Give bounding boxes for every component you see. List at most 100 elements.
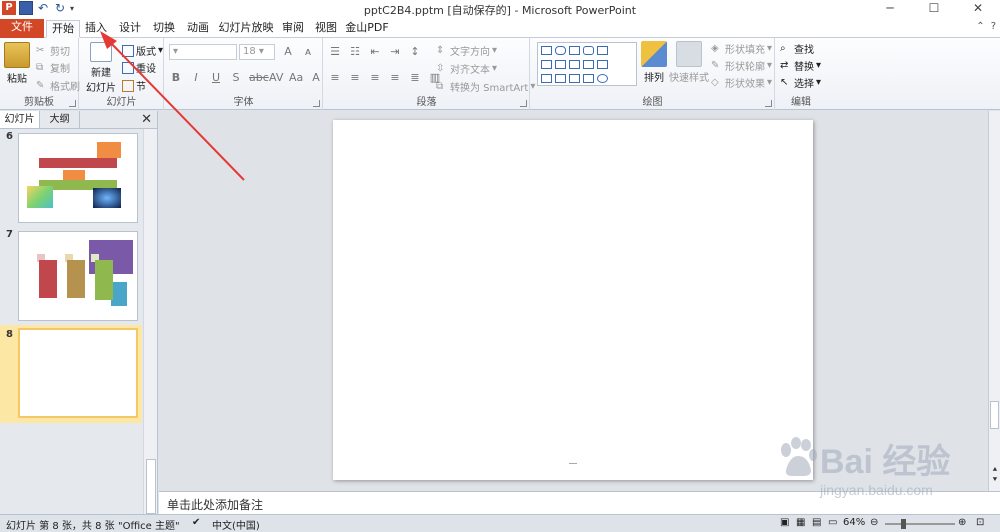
align-right-icon[interactable]: ≡ [368, 71, 382, 84]
shrink-font-icon[interactable]: ᴀ [301, 45, 315, 58]
find-button[interactable]: ⌕ 查找 [780, 41, 814, 57]
layout-button[interactable]: 版式 ▾ [122, 43, 163, 58]
bullets-icon[interactable]: ☰ [328, 45, 342, 58]
char-spacing-icon[interactable]: AV [269, 71, 283, 84]
zoom-slider-knob[interactable] [901, 519, 906, 529]
previous-slide-icon[interactable]: ⯅ [990, 465, 1000, 475]
tab-slides-thumbnails[interactable]: 幻灯片 [0, 111, 40, 128]
zoom-in-icon[interactable]: ⊕ [958, 517, 966, 528]
tab-insert[interactable]: 插入 [82, 20, 110, 38]
help-icon[interactable]: ? [991, 21, 996, 32]
line-spacing-icon[interactable]: ↕ [408, 45, 422, 58]
drawing-launcher-icon[interactable] [765, 100, 772, 107]
thumbnail-slide-8[interactable]: 8 [0, 325, 142, 423]
clipboard-launcher-icon[interactable] [69, 100, 76, 107]
spell-check-icon[interactable]: ✔ [192, 517, 200, 528]
panel-close-icon[interactable]: ✕ [141, 112, 152, 127]
tab-slideshow[interactable]: 幻灯片放映 [218, 20, 274, 38]
font-color-icon[interactable]: A [309, 71, 323, 84]
thumbnail-slide-7[interactable]: 7 [0, 229, 142, 325]
shape-triangle-icon[interactable] [597, 46, 608, 55]
zoom-out-icon[interactable]: ⊖ [870, 517, 878, 528]
align-text-button[interactable]: ⇳ 对齐文本 ▾ [436, 61, 497, 77]
numbering-icon[interactable]: ☷ [348, 45, 362, 58]
normal-view-icon[interactable]: ▣ [780, 517, 789, 528]
justify-icon[interactable]: ≡ [388, 71, 402, 84]
align-center-icon[interactable]: ≡ [348, 71, 362, 84]
reset-button[interactable]: 重设 [122, 60, 156, 75]
select-button[interactable]: ↖ 选择 ▾ [780, 75, 821, 91]
shapes-gallery[interactable] [537, 42, 637, 86]
decrease-indent-icon[interactable]: ⇤ [368, 45, 382, 58]
shape-right-arrow-icon[interactable] [555, 74, 566, 83]
minimize-ribbon-icon[interactable]: ⌃ [976, 21, 984, 32]
language-status[interactable]: 中文(中国) [212, 517, 260, 532]
slideshow-icon[interactable]: ▭ [828, 517, 837, 528]
bold-icon[interactable]: B [169, 71, 183, 84]
grow-font-icon[interactable]: A [281, 45, 295, 58]
reading-view-icon[interactable]: ▤ [812, 517, 821, 528]
new-slide-button[interactable]: 新建 幻灯片 [82, 42, 120, 94]
align-left-icon[interactable]: ≡ [328, 71, 342, 84]
tab-transitions[interactable]: 切换 [150, 20, 178, 38]
tab-file[interactable]: 文件 [0, 19, 44, 38]
text-direction-button[interactable]: ⇕ 文字方向 ▾ [436, 43, 497, 59]
shape-connector-icon[interactable] [541, 74, 552, 83]
thumbnail-slide-6[interactable]: 6 [0, 131, 142, 227]
minimize-button[interactable]: ─ [868, 0, 912, 18]
shape-line-icon[interactable] [541, 60, 552, 69]
distribute-icon[interactable]: ≣ [408, 71, 422, 84]
copy-button[interactable]: ⧉ 复制 [36, 60, 70, 76]
tab-design[interactable]: 设计 [116, 20, 144, 38]
shape-rounded-icon[interactable] [583, 46, 594, 55]
convert-smartart-button[interactable]: ⧉ 转换为 SmartArt ▾ [436, 79, 535, 95]
shadow-icon[interactable]: S [229, 71, 243, 84]
shape-pentagon-icon[interactable] [569, 60, 580, 69]
font-name-combo[interactable]: ▾ [169, 44, 237, 60]
panel-scroll-handle[interactable] [146, 459, 156, 514]
zoom-slider[interactable] [885, 523, 955, 525]
font-launcher-icon[interactable] [313, 100, 320, 107]
close-button[interactable]: ✕ [956, 0, 1000, 18]
italic-icon[interactable]: I [189, 71, 203, 84]
increase-indent-icon[interactable]: ⇥ [388, 45, 402, 58]
shape-fill-button[interactable]: ◈ 形状填充 ▾ [711, 41, 772, 57]
shape-effects-button[interactable]: ◇ 形状效果 ▾ [711, 75, 772, 91]
cut-button[interactable]: ✂ 剪切 [36, 43, 70, 59]
format-painter-button[interactable]: ✎ 格式刷 [36, 78, 80, 94]
tab-view[interactable]: 视图 [312, 20, 340, 38]
section-button[interactable]: 节 [122, 78, 146, 93]
strikethrough-icon[interactable]: abc [249, 71, 269, 84]
arrange-button[interactable]: 排列 [639, 41, 669, 84]
underline-icon[interactable]: U [209, 71, 223, 84]
next-slide-icon[interactable]: ⯆ [990, 475, 1000, 485]
shape-diamond-icon[interactable] [583, 60, 594, 69]
shape-down-arrow-icon[interactable] [569, 74, 580, 83]
shape-oval-icon[interactable] [555, 46, 566, 55]
paragraph-launcher-icon[interactable] [520, 100, 527, 107]
slide-sorter-icon[interactable]: ▦ [796, 517, 805, 528]
paste-button[interactable]: 粘贴 [4, 42, 30, 85]
maximize-button[interactable]: ☐ [912, 0, 956, 18]
shape-star-icon[interactable] [597, 60, 608, 69]
vertical-scroll-handle[interactable] [990, 401, 999, 429]
panel-scrollbar[interactable] [143, 129, 157, 514]
shape-outline-button[interactable]: ✎ 形状轮廓 ▾ [711, 58, 772, 74]
font-size-combo[interactable]: 18 ▾ [239, 44, 275, 60]
current-slide-canvas[interactable] [333, 120, 813, 480]
quick-styles-button[interactable]: 快速样式 [669, 41, 709, 84]
tab-animations[interactable]: 动画 [184, 20, 212, 38]
shape-rect-icon[interactable] [569, 46, 580, 55]
fit-to-window-icon[interactable]: ⊡ [976, 517, 984, 528]
shape-arrow-icon[interactable] [555, 60, 566, 69]
change-case-icon[interactable]: Aa [289, 71, 303, 84]
tab-review[interactable]: 审阅 [279, 20, 307, 38]
shape-textbox-icon[interactable] [541, 46, 552, 55]
tab-outline[interactable]: 大纲 [40, 111, 80, 128]
tab-home[interactable]: 开始 [46, 20, 80, 38]
shape-callout-icon[interactable] [583, 74, 594, 83]
tab-kingsoft-pdf[interactable]: 金山PDF [344, 20, 390, 38]
replace-button[interactable]: ⇄ 替换 ▾ [780, 58, 821, 74]
zoom-level[interactable]: 64% [843, 517, 865, 528]
shape-circle-icon[interactable] [597, 74, 608, 83]
